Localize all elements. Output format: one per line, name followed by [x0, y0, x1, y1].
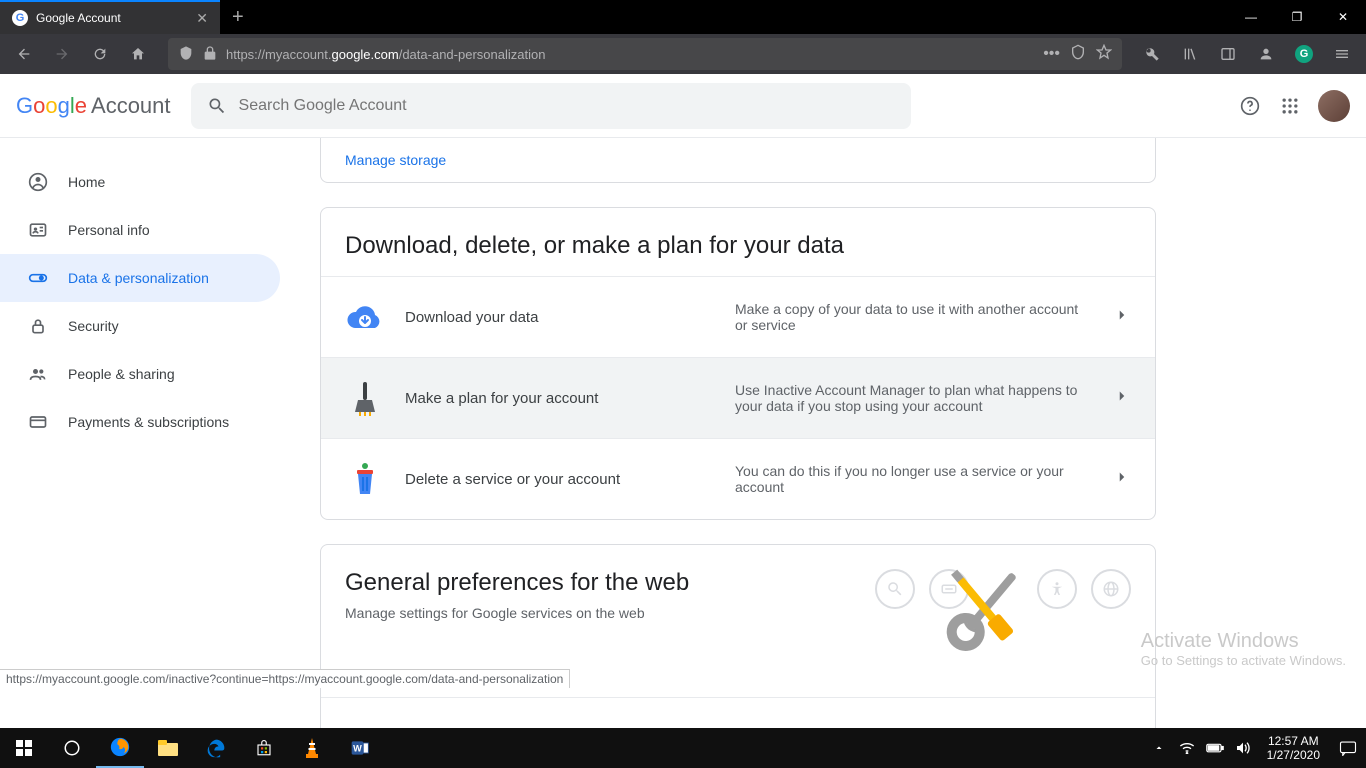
status-bar-link: https://myaccount.google.com/inactive?co… [0, 669, 570, 688]
sidebar-item-people-sharing[interactable]: People & sharing [0, 350, 280, 398]
word-taskbar-icon[interactable]: W [336, 728, 384, 768]
broom-icon [345, 378, 385, 418]
chevron-right-icon [1113, 387, 1131, 410]
apps-grid-icon[interactable] [1278, 94, 1302, 118]
row-title: Download your data [405, 309, 715, 326]
svg-text:W: W [353, 743, 362, 753]
extension-icon[interactable]: G [1288, 38, 1320, 70]
row-desc: Make a copy of your data to use it with … [735, 301, 1093, 333]
row-desc: You can do this if you no longer use a s… [735, 463, 1093, 495]
search-circle-icon [875, 569, 915, 609]
vlc-taskbar-icon[interactable] [288, 728, 336, 768]
sidebar: Home Personal info Data & personalizatio… [0, 138, 280, 728]
back-button[interactable] [8, 38, 40, 70]
battery-icon[interactable] [1201, 742, 1229, 754]
avatar[interactable] [1318, 90, 1350, 122]
tray-chevron-icon[interactable] [1145, 742, 1173, 754]
preferences-card: General preferences for the web Manage s… [320, 544, 1156, 728]
sidebar-item-label: Data & personalization [68, 270, 209, 286]
sidebar-item-label: Security [68, 318, 119, 334]
people-icon [26, 364, 50, 384]
google-account-logo[interactable]: Google Account [16, 93, 171, 119]
window-minimize-button[interactable]: — [1228, 0, 1274, 34]
row-title: Delete a service or your account [405, 471, 715, 488]
data-plan-card: Download, delete, or make a plan for you… [320, 207, 1156, 520]
page-header: Google Account [0, 74, 1366, 138]
volume-icon[interactable] [1229, 741, 1257, 755]
cloud-download-icon [345, 297, 385, 337]
taskbar-clock[interactable]: 12:57 AM 1/27/2020 [1257, 734, 1330, 763]
tab-close-icon[interactable]: ✕ [196, 10, 208, 27]
credit-card-icon [26, 412, 50, 432]
window-close-button[interactable]: ✕ [1320, 0, 1366, 34]
file-explorer-taskbar-icon[interactable] [144, 728, 192, 768]
search-icon [207, 96, 227, 116]
start-button[interactable] [0, 728, 48, 768]
search-input[interactable] [239, 97, 895, 115]
row-title: Make a plan for your account [405, 390, 715, 407]
search-box[interactable] [191, 83, 911, 129]
globe-icon [345, 718, 369, 728]
trash-icon [345, 459, 385, 499]
url-text: https://myaccount.google.com/data-and-pe… [226, 47, 1035, 62]
tracking-shield-icon[interactable] [178, 45, 194, 64]
lock-icon[interactable] [202, 45, 218, 64]
sidebar-item-security[interactable]: Security [0, 302, 280, 350]
language-row[interactable]: Language English (United States) [321, 697, 1155, 728]
store-taskbar-icon[interactable] [240, 728, 288, 768]
sidebar-item-label: People & sharing [68, 366, 175, 382]
url-more-icon[interactable]: ••• [1043, 45, 1060, 63]
sidebar-item-label: Payments & subscriptions [68, 414, 229, 430]
sidebar-item-label: Personal info [68, 222, 150, 238]
windows-taskbar: W 12:57 AM 1/27/2020 [0, 728, 1366, 768]
delete-service-row[interactable]: Delete a service or your account You can… [321, 438, 1155, 519]
chevron-right-icon [1113, 306, 1131, 329]
bookmark-star-icon[interactable] [1096, 44, 1112, 65]
row-desc: Use Inactive Account Manager to plan wha… [735, 382, 1093, 414]
manage-storage-link[interactable]: Manage storage [321, 138, 1155, 182]
forward-button[interactable] [46, 38, 78, 70]
notifications-icon[interactable] [1330, 740, 1366, 756]
sidebar-item-data-personalization[interactable]: Data & personalization [0, 254, 280, 302]
chevron-right-icon [1113, 468, 1131, 491]
help-icon[interactable] [1238, 94, 1262, 118]
id-card-icon [26, 220, 50, 240]
sidebar-item-payments[interactable]: Payments & subscriptions [0, 398, 280, 446]
tab-title: Google Account [36, 11, 188, 25]
toggle-icon [26, 268, 50, 288]
firefox-taskbar-icon[interactable] [96, 728, 144, 768]
globe-circle-icon [1091, 569, 1131, 609]
library-icon[interactable] [1174, 38, 1206, 70]
sidebar-icon[interactable] [1212, 38, 1244, 70]
sidebar-item-personal-info[interactable]: Personal info [0, 206, 280, 254]
reload-button[interactable] [84, 38, 116, 70]
wrench-icon[interactable] [1136, 38, 1168, 70]
tab-favicon: G [12, 10, 28, 26]
sidebar-item-home[interactable]: Home [0, 158, 280, 206]
storage-card: Manage storage [320, 138, 1156, 183]
browser-tab[interactable]: G Google Account ✕ [0, 0, 220, 34]
make-plan-row[interactable]: Make a plan for your account Use Inactiv… [321, 357, 1155, 438]
lock-icon [26, 316, 50, 336]
main-content: Manage storage Download, delete, or make… [280, 138, 1366, 728]
wifi-icon[interactable] [1173, 742, 1201, 754]
sidebar-item-label: Home [68, 174, 105, 190]
tools-illustration-icon [925, 559, 1045, 659]
account-icon[interactable] [1250, 38, 1282, 70]
card-title: Download, delete, or make a plan for you… [345, 232, 1131, 260]
url-shield-outline-icon[interactable] [1070, 44, 1086, 65]
menu-button[interactable] [1326, 38, 1358, 70]
edge-taskbar-icon[interactable] [192, 728, 240, 768]
url-bar[interactable]: https://myaccount.google.com/data-and-pe… [168, 38, 1122, 70]
download-data-row[interactable]: Download your data Make a copy of your d… [321, 276, 1155, 357]
window-maximize-button[interactable]: ❐ [1274, 0, 1320, 34]
home-button[interactable] [122, 38, 154, 70]
person-circle-icon [26, 172, 50, 192]
cortana-button[interactable] [48, 728, 96, 768]
new-tab-button[interactable]: + [220, 6, 256, 29]
